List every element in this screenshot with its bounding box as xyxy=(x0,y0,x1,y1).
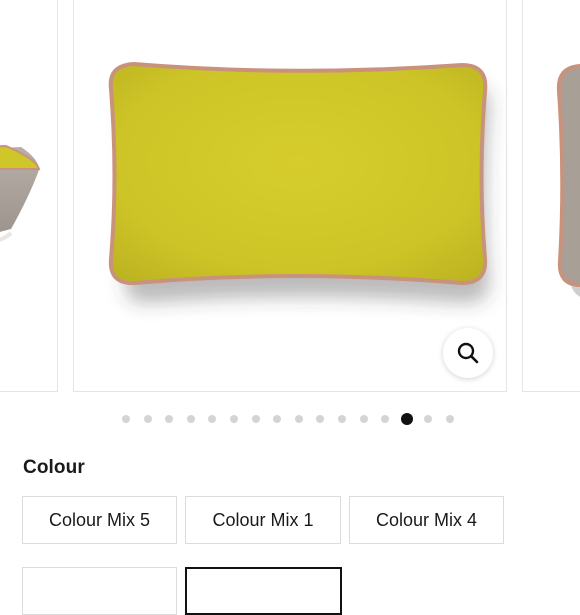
next-slide[interactable] xyxy=(522,0,580,392)
colour-option-label: Colour Mix 1 xyxy=(212,509,314,530)
pagination-dot[interactable] xyxy=(359,415,368,423)
search-icon xyxy=(457,342,479,364)
colour-option[interactable] xyxy=(22,567,177,615)
pagination-dot[interactable] xyxy=(316,415,325,423)
colour-option-label: Colour Mix 4 xyxy=(375,509,478,530)
zoom-button[interactable] xyxy=(443,328,493,378)
pagination-dot[interactable] xyxy=(381,415,390,423)
carousel-pagination xyxy=(0,411,580,427)
pagination-dot[interactable] xyxy=(208,415,217,423)
colour-option-mix-4[interactable]: Colour Mix 4 xyxy=(349,496,504,544)
pagination-dot[interactable] xyxy=(446,415,454,423)
next-pillow-image xyxy=(556,64,580,297)
pagination-dot[interactable] xyxy=(338,415,346,423)
pagination-dot[interactable] xyxy=(186,415,195,423)
pagination-dot[interactable] xyxy=(230,415,238,423)
pagination-dot[interactable] xyxy=(273,415,282,423)
colour-option-selected[interactable] xyxy=(185,567,342,615)
colour-option-label: Colour Mix 5 xyxy=(48,509,151,530)
pagination-dot[interactable] xyxy=(143,415,152,423)
yellow-pillow-image xyxy=(108,62,490,304)
pagination-dot[interactable] xyxy=(424,415,433,423)
previous-pillow-image xyxy=(0,144,41,242)
colour-label: Colour xyxy=(23,457,85,478)
current-slide[interactable] xyxy=(73,0,507,392)
pagination-dot[interactable] xyxy=(122,415,130,423)
pagination-dot[interactable] xyxy=(251,415,260,423)
pagination-dot[interactable] xyxy=(165,415,174,423)
pagination-dot-active[interactable] xyxy=(400,413,413,425)
pagination-dot[interactable] xyxy=(294,415,303,423)
previous-slide[interactable] xyxy=(0,0,58,392)
colour-option-mix-5[interactable]: Colour Mix 5 xyxy=(22,496,177,544)
colour-option-mix-1[interactable]: Colour Mix 1 xyxy=(185,496,341,544)
product-image-carousel[interactable] xyxy=(0,0,580,395)
